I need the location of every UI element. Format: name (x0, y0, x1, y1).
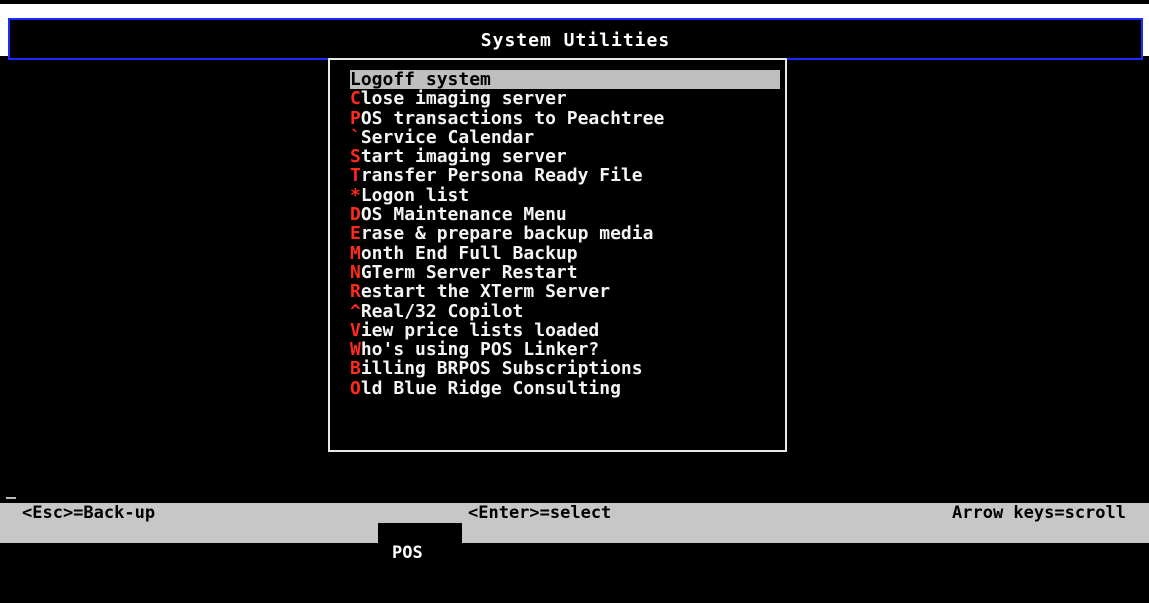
menu-item-hotkey: P (350, 107, 361, 129)
menu-item-hotkey: V (350, 319, 361, 341)
menu-item-hotkey: C (350, 88, 361, 110)
menu-item-label: tart imaging server (360, 146, 567, 168)
menu-item-label: GTerm Server Restart (360, 261, 578, 283)
menu-item[interactable]: Billing BRPOS Subscriptions (350, 359, 780, 378)
menu-item[interactable]: Logoff system (350, 69, 780, 90)
menu-item-label: estart the XTerm Server (360, 281, 611, 303)
menu-item-label: iew price lists loaded (360, 319, 600, 341)
menu-item[interactable]: DOS Maintenance Menu (350, 205, 780, 224)
menu-item-hotkey: T (350, 165, 361, 187)
menu-item-hotkey: S (350, 146, 361, 168)
window-title: System Utilities (480, 30, 671, 51)
menu-item-hotkey: R (350, 281, 361, 303)
status-segment-1: QP4 POS (0, 523, 128, 583)
menu-item-hotkey: ` (350, 126, 361, 148)
menu-item[interactable]: Restart the XTerm Server (350, 282, 780, 301)
menu-item-hotkey: M (350, 242, 361, 264)
menu-item-hotkey: N (350, 261, 361, 283)
status-code-2: QP4 (258, 543, 289, 563)
menu-item-hotkey: O (350, 377, 361, 399)
menu-item-label: illing BRPOS Subscriptions (360, 358, 643, 380)
select-hint[interactable]: <Enter>=select (468, 503, 611, 523)
menu-item-label: ransfer Persona Ready File (360, 165, 643, 187)
status-segment-4: Stn=20 Prn=0 C Num 11:00 (462, 523, 1149, 583)
menu-item-label: Logoff system (350, 69, 491, 90)
menu-item[interactable]: POS transactions to Peachtree (350, 109, 780, 128)
menu-item-hotkey: D (350, 204, 361, 226)
menu-item[interactable]: `Service Calendar (350, 128, 780, 147)
menu-item-hotkey: B (350, 358, 361, 380)
menu-item[interactable]: ^Real/32 Copilot (350, 302, 780, 321)
menu-item-label: OS transactions to Peachtree (360, 107, 665, 129)
menu-item-label: ho's using POS Linker? (360, 339, 600, 361)
menu-item-label: rase & prepare backup media (360, 223, 654, 245)
status-segment-3: POS (378, 523, 462, 563)
menu-item-hotkey: ^ (350, 300, 361, 322)
status-module: POS (76, 563, 107, 583)
menu-item[interactable]: Erase & prepare backup media (350, 224, 780, 243)
menu-item-label: Logon list (360, 184, 470, 206)
status-code: QP4 (0, 543, 31, 563)
menu-item-label: ld Blue Ridge Consulting (360, 377, 621, 399)
title-panel: System Utilities (8, 18, 1143, 60)
menu-item-hotkey: E (350, 223, 361, 245)
status-module-2: POS (392, 543, 423, 563)
menu-item-hotkey: * (350, 184, 361, 206)
menu-item[interactable]: Old Blue Ridge Consulting (350, 379, 780, 398)
menu-item[interactable]: Who's using POS Linker? (350, 340, 780, 359)
menu-item-label: lose imaging server (360, 88, 567, 110)
menu-item-label: Service Calendar (360, 126, 535, 148)
text-cursor (6, 497, 16, 499)
menu-item[interactable]: NGTerm Server Restart (350, 263, 780, 282)
numlock-clock: Num 11:00 (1046, 563, 1139, 583)
menu-item-label: Real/32 Copilot (360, 300, 524, 322)
menu-item[interactable]: Start imaging server (350, 147, 780, 166)
menu-item[interactable]: Close imaging server (350, 89, 780, 108)
menu-item-hotkey: W (350, 339, 361, 361)
menu-item[interactable]: *Logon list (350, 186, 780, 205)
back-hint[interactable]: <Esc>=Back-up (22, 503, 155, 523)
menu-item[interactable]: Transfer Persona Ready File (350, 166, 780, 185)
menu-list: Logoff system Close imaging server POS tra… (350, 70, 780, 398)
title-bar: System Utilities (0, 4, 1149, 60)
menu-item-label: OS Maintenance Menu (360, 204, 567, 226)
scroll-hint: Arrow keys=scroll (952, 503, 1126, 523)
menu-item-label: onth End Full Backup (360, 242, 578, 264)
menu-item[interactable]: View price lists loaded (350, 321, 780, 340)
status-bar: QP4 POS QP4 POS Stn=20 Prn=0 C Num 11:00 (0, 523, 1149, 583)
help-bar: <Esc>=Back-up <Enter>=select Arrow keys=… (0, 503, 1149, 523)
status-segment-2: QP4 (128, 523, 378, 563)
system-utilities-menu: Logoff system Close imaging server POS tra… (328, 58, 787, 452)
station-info: Stn=20 Prn=0 C (490, 543, 644, 563)
menu-item[interactable]: Month End Full Backup (350, 244, 780, 263)
